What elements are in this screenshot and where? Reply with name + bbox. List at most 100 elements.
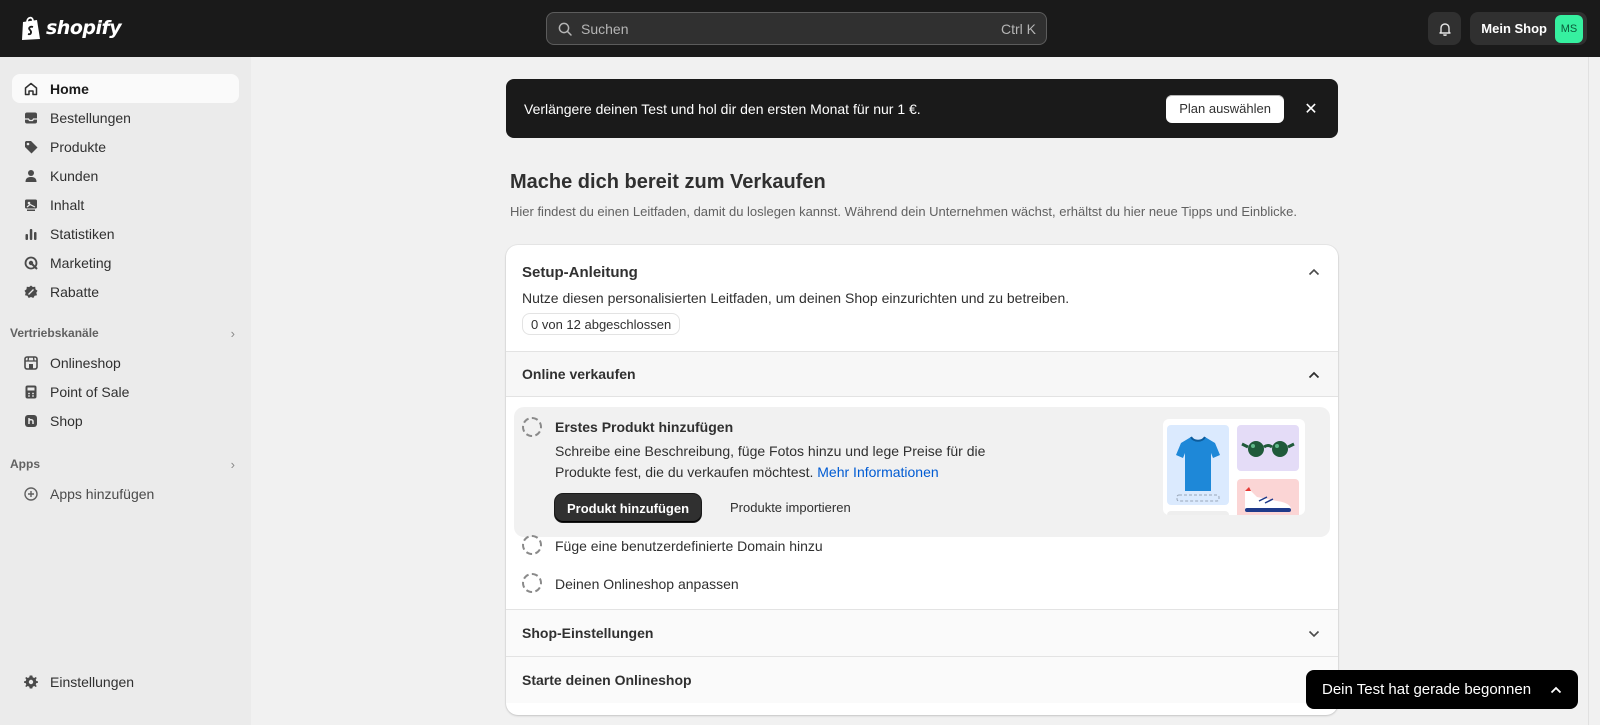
- task-title: Erstes Produkt hinzufügen: [555, 419, 734, 435]
- sidebar-item-label: Kunden: [50, 167, 99, 184]
- task-customize-shop[interactable]: Deinen Onlineshop anpassen: [555, 576, 739, 592]
- add-product-button[interactable]: Produkt hinzufügen: [555, 494, 702, 522]
- sidebar-item-label: Inhalt: [50, 196, 85, 213]
- sidebar-item-label: Point of Sale: [50, 383, 130, 400]
- sidebar-item-label: Statistiken: [50, 225, 115, 242]
- task-add-first-product: Erstes Produkt hinzufügen Schreibe eine …: [514, 407, 1330, 537]
- empty-tile: [1167, 511, 1229, 515]
- page-subtitle: Hier findest du einen Leitfaden, damit d…: [510, 204, 1297, 219]
- shopify-logo[interactable]: shopify: [20, 14, 122, 42]
- sidebar: Home Bestellungen Produkte Kunden Inhalt…: [0, 57, 251, 725]
- sidebar-item-label: Onlineshop: [50, 354, 121, 371]
- sidebar-item-customers[interactable]: Kunden: [12, 161, 239, 190]
- target-icon: [24, 256, 38, 270]
- shopify-bag-icon: [22, 16, 40, 40]
- sidebar-item-content[interactable]: Inhalt: [12, 190, 239, 219]
- storefront-icon: [24, 355, 38, 370]
- apps-title: Apps: [10, 457, 40, 471]
- notifications-button[interactable]: [1428, 12, 1461, 45]
- task-custom-domain[interactable]: Füge eine benutzerdefinierte Domain hinz…: [555, 538, 823, 554]
- trial-started-toast[interactable]: Dein Test hat gerade begonnen: [1306, 670, 1578, 709]
- sidebar-item-label: Home: [50, 80, 89, 97]
- trial-banner: Verlängere deinen Test und hol dir den e…: [506, 79, 1338, 138]
- page-title: Mache dich bereit zum Verkaufen: [510, 171, 826, 193]
- scrollbar-track[interactable]: [1588, 57, 1600, 725]
- store-name: Mein Shop: [1481, 21, 1547, 36]
- sidebar-item-settings[interactable]: Einstellungen: [12, 667, 239, 696]
- sidebar-item-label: Rabatte: [50, 283, 100, 300]
- tshirt-tile: [1167, 425, 1229, 505]
- sidebar-item-discounts[interactable]: Rabatte: [12, 277, 239, 306]
- plus-circle-icon: [24, 486, 38, 501]
- shoe-icon: [1245, 487, 1291, 512]
- sidebar-item-marketing[interactable]: Marketing: [12, 248, 239, 277]
- add-apps-button[interactable]: Apps hinzufügen: [12, 479, 239, 508]
- shoe-tile: [1237, 479, 1299, 515]
- search-bar[interactable]: Ctrl K: [546, 12, 1047, 45]
- chevron-up-icon: [1308, 268, 1320, 276]
- incomplete-circle-icon[interactable]: [522, 573, 542, 593]
- sidebar-item-label: Bestellungen: [50, 109, 131, 126]
- setup-guide-title: Setup-Anleitung: [522, 264, 638, 281]
- tshirt-icon: [1176, 436, 1220, 502]
- content-icon: [25, 199, 37, 211]
- inbox-icon: [25, 112, 37, 123]
- setup-guide-header: Setup-Anleitung Nutze diesen personalisi…: [506, 245, 1338, 352]
- section-title: Shop-Einstellungen: [522, 625, 654, 641]
- person-icon: [25, 169, 37, 182]
- collapse-section-button[interactable]: [1306, 367, 1322, 383]
- sidebar-item-analytics[interactable]: Statistiken: [12, 219, 239, 248]
- sidebar-item-label: Produkte: [50, 138, 107, 155]
- trial-banner-text: Verlängere deinen Test und hol dir den e…: [524, 100, 921, 117]
- sidebar-item-onlineshop[interactable]: Onlineshop: [12, 348, 239, 377]
- section-online-selling[interactable]: Online verkaufen: [506, 351, 1338, 397]
- section-title: Starte deinen Onlineshop: [522, 672, 692, 688]
- sidebar-item-home[interactable]: Home: [12, 74, 239, 103]
- section-shop-settings[interactable]: Shop-Einstellungen: [506, 609, 1338, 656]
- close-icon[interactable]: ✕: [1302, 99, 1320, 119]
- search-shortcut-hint: Ctrl K: [1001, 20, 1036, 37]
- import-products-button[interactable]: Produkte importieren: [730, 500, 851, 515]
- products-illustration: [1163, 419, 1305, 515]
- tag-icon: [25, 140, 38, 153]
- sidebar-item-label: Shop: [50, 412, 83, 429]
- add-apps-label: Apps hinzufügen: [50, 485, 155, 502]
- sidebar-item-shop[interactable]: Shop: [12, 406, 239, 435]
- collapse-setup-button[interactable]: [1306, 264, 1322, 280]
- sunglasses-tile: [1237, 425, 1299, 471]
- sales-channels-title: Vertriebskanäle: [10, 326, 99, 340]
- store-menu-button[interactable]: Mein Shop MS: [1470, 12, 1587, 45]
- avatar: MS: [1555, 14, 1583, 43]
- section-launch-shop[interactable]: Starte deinen Onlineshop: [506, 656, 1338, 703]
- chevron-down-icon: [1308, 630, 1320, 638]
- gear-icon: [24, 675, 38, 688]
- sidebar-item-orders[interactable]: Bestellungen: [12, 103, 239, 132]
- chevron-up-icon: [1308, 371, 1320, 379]
- task-description: Schreibe eine Beschreibung, füge Fotos h…: [555, 441, 1015, 483]
- apps-header[interactable]: Apps ›: [10, 454, 235, 474]
- toast-text: Dein Test hat gerade begonnen: [1322, 681, 1532, 698]
- setup-guide-card: Setup-Anleitung Nutze diesen personalisi…: [506, 245, 1338, 715]
- sidebar-item-pos[interactable]: Point of Sale: [12, 377, 239, 406]
- chevron-right-icon: ›: [230, 456, 235, 472]
- chevron-right-icon: ›: [230, 325, 235, 341]
- top-bar: shopify Ctrl K Mein Shop MS: [0, 0, 1600, 57]
- setup-guide-description: Nutze diesen personalisierten Leitfaden,…: [522, 290, 1070, 306]
- sidebar-item-label: Einstellungen: [50, 673, 135, 690]
- sunglasses-icon: [1241, 441, 1295, 457]
- progress-badge: 0 von 12 abgeschlossen: [522, 313, 681, 335]
- incomplete-circle-icon[interactable]: [522, 417, 542, 437]
- sidebar-item-products[interactable]: Produkte: [12, 132, 239, 161]
- search-input[interactable]: [581, 20, 1001, 37]
- learn-more-link[interactable]: Mehr Informationen: [817, 464, 938, 480]
- section-title: Online verkaufen: [522, 366, 636, 382]
- home-icon: [24, 82, 38, 95]
- shop-app-icon: [25, 414, 37, 427]
- incomplete-circle-icon[interactable]: [522, 535, 542, 555]
- select-plan-button[interactable]: Plan auswählen: [1166, 94, 1284, 123]
- sales-channels-header[interactable]: Vertriebskanäle ›: [10, 323, 235, 343]
- expand-section-button[interactable]: [1306, 626, 1322, 642]
- pos-icon: [25, 385, 37, 398]
- chevron-up-icon[interactable]: [1550, 686, 1562, 694]
- bell-icon: [1438, 22, 1451, 36]
